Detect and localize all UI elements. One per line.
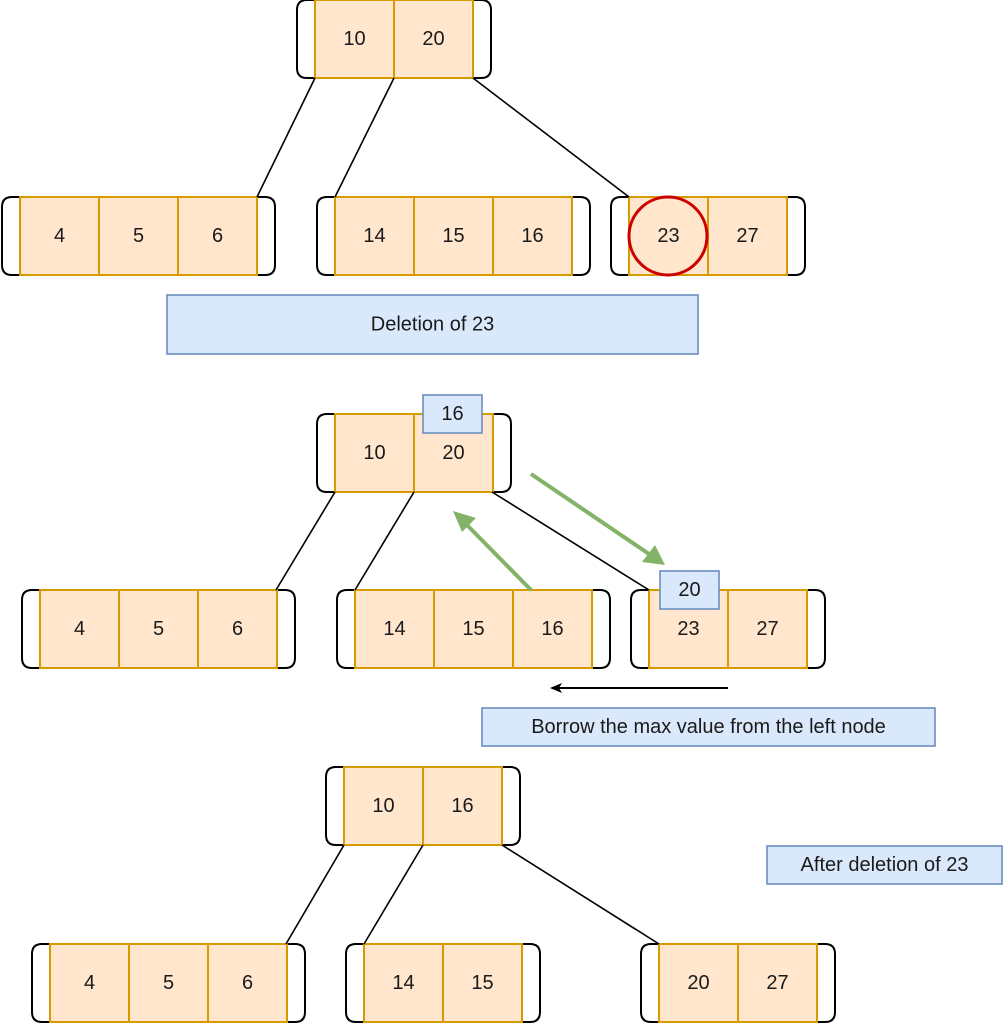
tree-edge — [256, 77, 316, 198]
tree-edge — [501, 844, 660, 945]
node-bracket-right — [473, 0, 492, 79]
key-value: 20 — [687, 972, 709, 994]
move-down-arrow — [529, 472, 654, 558]
node-bracket-left — [640, 943, 659, 1023]
stage1-caption: Deletion of 23 — [166, 294, 699, 355]
stage2-child-node-1: 4 5 6 — [21, 589, 296, 669]
key-value: 10 — [372, 795, 394, 817]
tree-edge — [275, 491, 336, 591]
stage3-child-node-1: 4 5 6 — [31, 943, 306, 1023]
key-value: 27 — [736, 225, 758, 247]
stage2-right-incoming-key-text: 20 — [678, 579, 700, 601]
node-bracket-left — [316, 196, 335, 276]
btree-diagram: 10 20 4 5 6 14 15 16 23 27 10 20 4 5 6 14 15 16 23 27 10 16 4 5… — [1, 0, 1003, 1023]
move-down-arrowhead-icon — [642, 545, 665, 565]
node-bracket-left — [345, 943, 364, 1023]
node-bracket-right — [493, 413, 512, 493]
key-value: 15 — [471, 972, 493, 994]
node-bracket-right — [277, 589, 296, 669]
stage2-root-incoming-key-text: 16 — [441, 403, 463, 425]
node-bracket-right — [592, 589, 611, 669]
key-value: 20 — [442, 442, 464, 464]
key-value: 15 — [442, 225, 464, 247]
stage1-caption-text: Deletion of 23 — [371, 314, 494, 336]
node-bracket-right — [257, 196, 276, 276]
key-value: 14 — [363, 225, 385, 247]
key-value: 23 — [677, 618, 699, 640]
key-value: 5 — [133, 225, 144, 247]
key-value: 23 — [657, 225, 679, 247]
key-value: 14 — [383, 618, 405, 640]
stage3-caption: After deletion of 23 — [766, 845, 1003, 885]
key-value: 5 — [153, 618, 164, 640]
node-bracket-left — [296, 0, 315, 79]
key-value: 27 — [756, 618, 778, 640]
node-bracket-right — [817, 943, 836, 1023]
key-value: 16 — [541, 618, 563, 640]
key-value: 27 — [766, 972, 788, 994]
stage2-child-node-2: 14 15 16 — [336, 589, 611, 669]
stage1-child-node-2: 14 15 16 — [316, 196, 591, 276]
node-bracket-left — [31, 943, 50, 1023]
tree-edge — [334, 77, 395, 198]
key-value: 14 — [392, 972, 414, 994]
key-value: 16 — [451, 795, 473, 817]
stage2-right-incoming-key: 20 — [659, 570, 720, 610]
node-bracket-left — [316, 413, 335, 493]
key-value: 6 — [232, 618, 243, 640]
node-bracket-right — [807, 589, 826, 669]
node-bracket-right — [787, 196, 806, 276]
stage3-child-node-2: 14 15 — [345, 943, 541, 1023]
stage1-root-node: 10 20 — [296, 0, 492, 79]
key-value: 15 — [462, 618, 484, 640]
key-value: 20 — [422, 28, 444, 50]
node-bracket-right — [287, 943, 306, 1023]
key-value: 6 — [212, 225, 223, 247]
node-bracket-left — [630, 589, 649, 669]
tree-edge — [354, 491, 415, 591]
stage3-root-node: 10 16 — [325, 766, 521, 846]
key-value: 16 — [521, 225, 543, 247]
node-bracket-left — [325, 766, 344, 846]
node-bracket-right — [502, 766, 521, 846]
node-bracket-left — [610, 196, 629, 276]
key-value: 10 — [343, 28, 365, 50]
key-value: 5 — [163, 972, 174, 994]
node-bracket-left — [336, 589, 355, 669]
move-up-arrow — [463, 521, 533, 592]
key-value: 10 — [363, 442, 385, 464]
key-value: 6 — [242, 972, 253, 994]
key-value: 4 — [54, 225, 65, 247]
key-value: 4 — [74, 618, 85, 640]
node-bracket-left — [1, 196, 20, 276]
stage2-root-incoming-key: 16 — [422, 394, 483, 434]
stage2-caption-text: Borrow the max value from the left node — [531, 716, 886, 738]
stage1-child-node-1: 4 5 6 — [1, 196, 276, 276]
node-bracket-right — [572, 196, 591, 276]
key-value: 4 — [84, 972, 95, 994]
tree-edge — [472, 77, 630, 198]
node-bracket-right — [522, 943, 541, 1023]
stage3-child-node-3: 20 27 — [640, 943, 836, 1023]
stage3-caption-text: After deletion of 23 — [801, 854, 969, 876]
node-bracket-left — [21, 589, 40, 669]
tree-edge — [285, 844, 345, 945]
stage2-caption: Borrow the max value from the left node — [481, 707, 936, 747]
tree-edge — [363, 844, 424, 945]
